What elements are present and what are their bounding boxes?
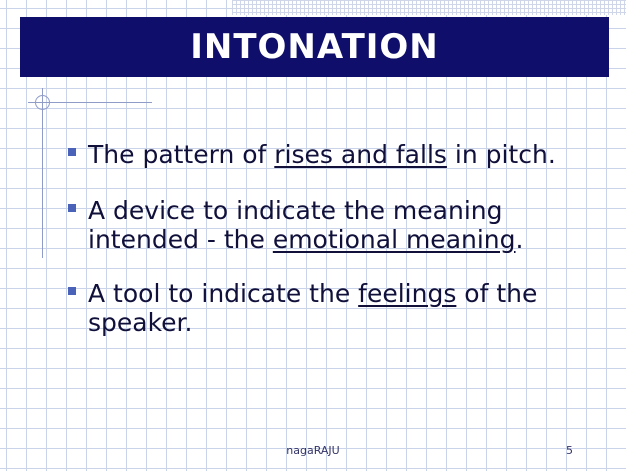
page-number: 5: [566, 444, 573, 457]
square-bullet-icon: [68, 204, 76, 212]
bullet-text: .: [515, 225, 524, 254]
title-bar: INTONATION: [20, 17, 609, 77]
underlined-phrase: rises and falls: [274, 140, 447, 169]
decorative-circle-icon: [35, 95, 50, 110]
square-bullet-icon: [68, 148, 76, 156]
bullet-item-feelings: A tool to indicate the feelings of the s…: [60, 279, 600, 337]
decorative-vertical-line: [42, 88, 43, 258]
slide-title: INTONATION: [190, 27, 439, 67]
underlined-phrase: feelings: [358, 279, 457, 308]
square-bullet-icon: [68, 287, 76, 295]
underlined-phrase: emotional meaning: [272, 225, 516, 254]
bullet-item-meaning: A device to indicate the meaning intende…: [60, 196, 600, 254]
bullet-text: The pattern of: [88, 140, 275, 169]
top-decorative-pattern: [232, 0, 626, 15]
footer-author: nagaRAJU: [286, 444, 340, 457]
bullet-text: in pitch.: [446, 140, 556, 169]
bullet-item-pitch: The pattern of rises and falls in pitch.: [60, 140, 600, 169]
bullet-list: The pattern of rises and falls in pitch.…: [60, 140, 600, 362]
bullet-text: A tool to indicate the: [88, 279, 359, 308]
